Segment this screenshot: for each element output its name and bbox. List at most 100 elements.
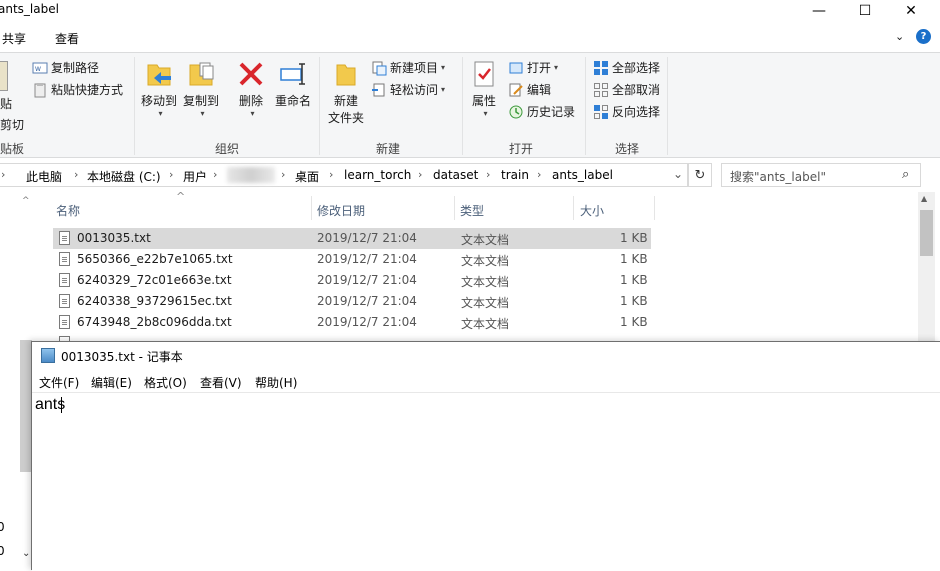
minimize-icon: — bbox=[812, 3, 826, 19]
chevron-down-icon[interactable]: ⌄ bbox=[673, 167, 683, 181]
table-row[interactable]: 5650366_e22b7e1065.txt 2019/12/7 21:04 文… bbox=[53, 249, 651, 270]
tab-view[interactable]: 查看 bbox=[55, 30, 79, 47]
notepad-titlebar[interactable]: 0013035.txt - 记事本 bbox=[32, 342, 940, 370]
chevron-right-icon: › bbox=[213, 168, 218, 181]
file-type: 文本文档 bbox=[461, 254, 510, 268]
text-file-icon bbox=[59, 252, 70, 266]
delete-button[interactable]: 删除 ▾ bbox=[235, 59, 267, 118]
properties-button[interactable]: 属性 ▾ bbox=[466, 59, 502, 118]
notepad-title: 0013035.txt - 记事本 bbox=[61, 350, 183, 364]
invert-selection-label: 反向选择 bbox=[612, 105, 661, 119]
chevron-down-icon: ▾ bbox=[441, 85, 446, 94]
breadcrumb-this-pc[interactable]: 此电脑 bbox=[26, 168, 62, 185]
tab-share[interactable]: 共享 bbox=[2, 30, 26, 47]
new-item-button[interactable]: 新建项目 ▾ bbox=[371, 59, 445, 76]
edit-label: 编辑 bbox=[527, 83, 552, 97]
rename-button[interactable]: 重命名 bbox=[273, 59, 313, 109]
cut-button-label[interactable]: 剪切 bbox=[0, 116, 24, 133]
breadcrumb-users[interactable]: 用户 bbox=[183, 168, 207, 185]
easy-access-icon bbox=[372, 83, 385, 96]
move-to-button[interactable]: 移动到 ▾ bbox=[139, 59, 179, 118]
file-name: 0013035.txt bbox=[77, 231, 151, 245]
close-button[interactable]: ✕ bbox=[888, 0, 934, 22]
file-type: 文本文档 bbox=[461, 275, 510, 289]
breadcrumb-ants-label[interactable]: ants_label bbox=[552, 168, 613, 182]
table-row[interactable]: 0013035.txt 2019/12/7 21:04 文本文档 1 KB bbox=[53, 228, 651, 249]
address-bar[interactable]: › 此电脑 › 本地磁盘 (C:) › 用户 › › 桌面 › learn_to… bbox=[0, 163, 688, 187]
chevron-up-icon[interactable]: ▲ bbox=[921, 194, 927, 203]
select-all-label: 全部选择 bbox=[612, 61, 661, 75]
new-folder-button[interactable]: 新建 文件夹 bbox=[326, 59, 366, 126]
text-file-icon bbox=[59, 273, 70, 287]
column-divider[interactable] bbox=[454, 196, 455, 220]
help-icon[interactable]: ? bbox=[916, 29, 931, 44]
copy-path-button[interactable]: W 复制路径 bbox=[32, 59, 99, 76]
menu-format[interactable]: 格式(O) bbox=[144, 374, 187, 391]
refresh-button[interactable]: ↻ bbox=[688, 163, 712, 187]
ribbon: 贴 剪切 W 复制路径 粘贴快捷方式 贴板 移动到 ▾ 复制到 ▾ 删除 ▾ 重… bbox=[0, 52, 940, 158]
chevron-down-icon[interactable]: ⌄ bbox=[895, 30, 904, 43]
maximize-icon: ☐ bbox=[858, 3, 872, 19]
column-header-date[interactable]: 修改日期 bbox=[317, 202, 365, 219]
easy-access-label: 轻松访问 bbox=[390, 83, 439, 97]
menu-edit[interactable]: 编辑(E) bbox=[91, 374, 132, 391]
text-cursor bbox=[61, 397, 62, 413]
refresh-icon: ↻ bbox=[694, 167, 706, 183]
new-item-icon bbox=[372, 61, 387, 75]
column-divider[interactable] bbox=[573, 196, 574, 220]
table-row[interactable] bbox=[53, 333, 651, 341]
maximize-button[interactable]: ☐ bbox=[842, 0, 888, 22]
edit-button[interactable]: 编辑 bbox=[508, 81, 551, 98]
file-type: 文本文档 bbox=[461, 296, 510, 310]
select-all-button[interactable]: 全部选择 bbox=[593, 59, 660, 76]
paste-button-label[interactable]: 贴 bbox=[0, 95, 12, 112]
history-icon bbox=[509, 105, 523, 118]
copy-to-icon bbox=[189, 62, 214, 86]
table-row[interactable]: 6743948_2b8c096dda.txt 2019/12/7 21:04 文… bbox=[53, 312, 651, 333]
search-input[interactable]: 搜索"ants_label" ⌕ bbox=[721, 163, 921, 187]
scrollbar-thumb[interactable] bbox=[920, 210, 933, 256]
breadcrumb-learn-torch[interactable]: learn_torch bbox=[344, 168, 411, 182]
column-divider[interactable] bbox=[654, 196, 655, 220]
file-name: 5650366_e22b7e1065.txt bbox=[77, 252, 233, 266]
open-button[interactable]: 打开 ▾ bbox=[508, 59, 558, 76]
breadcrumb-local-disk[interactable]: 本地磁盘 (C:) bbox=[87, 168, 161, 185]
delete-icon bbox=[239, 62, 263, 86]
column-header-size[interactable]: 大小 bbox=[580, 202, 604, 219]
minimize-button[interactable]: — bbox=[796, 0, 842, 22]
column-divider[interactable] bbox=[311, 196, 312, 220]
file-date: 2019/12/7 21:04 bbox=[317, 273, 417, 287]
table-row[interactable]: 6240338_93729615ec.txt 2019/12/7 21:04 文… bbox=[53, 291, 651, 312]
column-header-name[interactable]: 名称 bbox=[56, 202, 80, 219]
file-list-scrollbar[interactable]: ▲ bbox=[918, 192, 935, 342]
paste-shortcut-button[interactable]: 粘贴快捷方式 bbox=[32, 81, 123, 98]
easy-access-button[interactable]: 轻松访问 ▾ bbox=[371, 81, 445, 98]
chevron-up-icon[interactable]: ^ bbox=[22, 196, 30, 206]
table-row[interactable]: 6240329_72c01e663e.txt 2019/12/7 21:04 文… bbox=[53, 270, 651, 291]
notepad-text-area[interactable]: ants bbox=[32, 392, 940, 571]
group-divider bbox=[134, 57, 135, 155]
file-name: 6240338_93729615ec.txt bbox=[77, 294, 232, 308]
breadcrumb-dataset[interactable]: dataset bbox=[433, 168, 478, 182]
menu-help[interactable]: 帮助(H) bbox=[255, 374, 297, 391]
column-header-type[interactable]: 类型 bbox=[460, 202, 484, 219]
notepad-window: 0013035.txt - 记事本 文件(F) 编辑(E) 格式(O) 查看(V… bbox=[31, 341, 940, 571]
invert-selection-button[interactable]: 反向选择 bbox=[593, 103, 660, 120]
file-date: 2019/12/7 21:04 bbox=[317, 294, 417, 308]
file-size: 1 KB bbox=[620, 252, 648, 266]
group-divider bbox=[462, 57, 463, 155]
open-label: 打开 bbox=[527, 61, 552, 75]
breadcrumb-train[interactable]: train bbox=[501, 168, 529, 182]
chevron-down-icon[interactable]: ⌄ bbox=[22, 548, 30, 559]
sort-ascending-icon: ^ bbox=[176, 190, 186, 203]
history-button[interactable]: 历史记录 bbox=[508, 103, 575, 120]
copy-to-button[interactable]: 复制到 ▾ bbox=[181, 59, 221, 118]
select-none-button[interactable]: 全部取消 bbox=[593, 81, 660, 98]
edit-icon bbox=[509, 83, 523, 96]
breadcrumb-desktop[interactable]: 桌面 bbox=[295, 168, 319, 185]
address-row: › 此电脑 › 本地磁盘 (C:) › 用户 › › 桌面 › learn_to… bbox=[0, 163, 940, 189]
menu-view[interactable]: 查看(V) bbox=[200, 374, 242, 391]
menu-file[interactable]: 文件(F) bbox=[39, 374, 79, 391]
move-to-icon bbox=[147, 64, 171, 86]
paste-icon bbox=[0, 61, 8, 91]
